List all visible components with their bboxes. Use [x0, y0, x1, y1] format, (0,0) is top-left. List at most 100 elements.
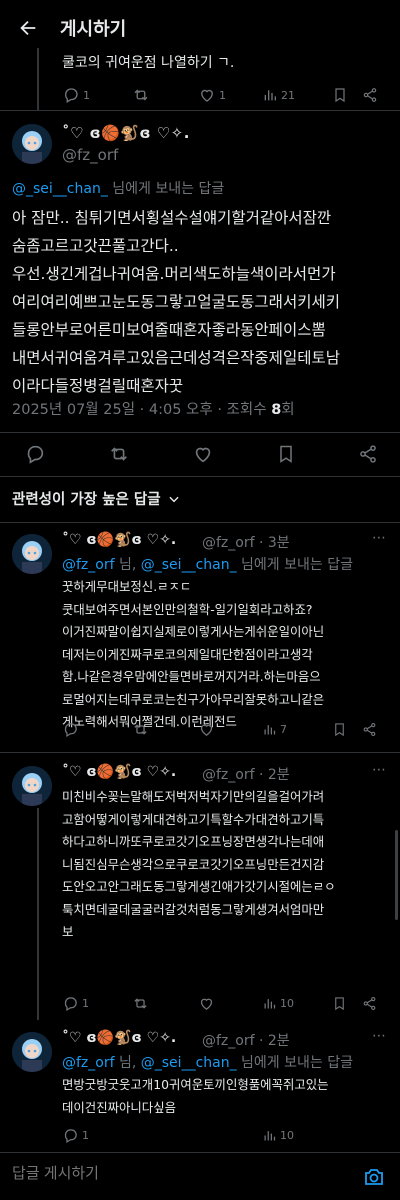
reply-icon	[27, 445, 44, 464]
display-name[interactable]: ˚♡ ɞ🏀🐒ɞ ♡✧.	[62, 124, 190, 142]
avatar[interactable]	[12, 124, 52, 164]
thread-line	[37, 48, 39, 110]
divider	[0, 752, 400, 753]
bookmark-button[interactable]	[276, 444, 296, 464]
reply-line: 보	[62, 924, 74, 939]
views-count: 7	[280, 722, 287, 736]
display-name[interactable]: ˚♡ ɞ🏀🐒ɞ ♡✧.	[62, 532, 176, 548]
reply-count: 1	[82, 1128, 89, 1142]
views-button[interactable]: 10	[262, 996, 294, 1011]
reply-icon	[64, 722, 77, 737]
retweet-button[interactable]	[132, 995, 149, 1012]
reply-line: 데이건진짜아니다싶음	[62, 1099, 176, 1115]
reply-button[interactable]	[24, 443, 46, 465]
scrollbar[interactable]	[395, 830, 398, 920]
tweet-line: 우선.생긴게겁나귀여움.머리색도하늘색이라서먼가	[12, 265, 336, 283]
divider	[0, 110, 400, 111]
views-count: 21	[281, 88, 295, 102]
camera-button[interactable]	[362, 1165, 386, 1193]
reply-to-user-link[interactable]: @fz_orf	[62, 557, 115, 573]
retweet-button[interactable]	[132, 86, 150, 104]
top-bar: 게시하기	[0, 0, 400, 56]
more-options-icon[interactable]: ⋯	[372, 1028, 386, 1044]
handle[interactable]: @fz_orf	[62, 146, 118, 164]
avatar[interactable]	[12, 766, 52, 806]
tweet-meta: 2025년 07월 25일 · 4:05 오후 · 조회수 8회	[12, 398, 295, 419]
reply-to-user-link[interactable]: @_sei__chan_	[141, 557, 237, 573]
handle[interactable]: @fz_orf · 2분	[202, 764, 290, 784]
views-button[interactable]: 10	[262, 1128, 294, 1143]
share-button[interactable]	[362, 87, 378, 103]
avatar[interactable]	[12, 1032, 52, 1072]
reply-to-user-link[interactable]: @fz_orf	[62, 1055, 115, 1071]
view-suffix: 회	[281, 402, 295, 418]
bookmark-icon	[335, 722, 344, 736]
reply-line: 미친비수꽂는말해도저벅저벅자기만의길을걸어가려	[62, 789, 325, 804]
views-icon	[264, 90, 276, 101]
reply-input[interactable]	[12, 1165, 211, 1182]
views-count: 10	[280, 1128, 294, 1142]
reply-button[interactable]: 1	[62, 86, 90, 104]
reply-actions: 7	[62, 718, 380, 740]
display-name[interactable]: ˚♡ ɞ🏀🐒ɞ ♡✧.	[62, 1030, 176, 1046]
bookmark-button[interactable]	[332, 722, 347, 737]
reply-to-user-link[interactable]: @_sei__chan_	[12, 181, 108, 197]
reply-line: 이거진짜말이쉽지실제로이렇게사는게쉬운일이아닌	[62, 624, 325, 639]
views-button[interactable]: 21	[262, 87, 295, 103]
prev-tweet-actions: 1 1 21	[62, 84, 380, 106]
tweet-line: 숨좀고르고갓끈풀고간다..	[12, 237, 179, 255]
reply-button[interactable]: 1	[62, 995, 89, 1012]
retweet-button[interactable]	[108, 443, 130, 465]
bookmark-button[interactable]	[332, 996, 347, 1011]
share-button[interactable]	[358, 444, 378, 464]
more-options-icon[interactable]: ⋯	[372, 530, 386, 546]
retweet-icon	[111, 447, 127, 461]
views-count: 10	[280, 996, 294, 1010]
share-icon	[363, 88, 377, 102]
like-button[interactable]	[198, 995, 215, 1012]
tweet-line: 이라다들정병걸릴때혼자꿋	[12, 377, 184, 395]
reply-body: 면방굿방굿웃고개10귀여운토끼인형품에꼭쥐고있는 데이건진짜아니다싶음	[62, 1074, 329, 1119]
reply-line: 하다고하니까또쿠로코갓기오프닝장면생각나는데애	[62, 834, 325, 849]
retweet-icon	[134, 723, 147, 735]
handle[interactable]: @fz_orf · 2분	[202, 1030, 290, 1050]
reply-icon	[64, 1128, 77, 1143]
reply-line: 면방굿방굿웃고개10귀여운토끼인형품에꼭쥐고있는	[62, 1077, 329, 1092]
handle[interactable]: @fz_orf · 3분	[202, 532, 290, 552]
tweet-line: 내면서귀여움겨루고있음근데성격은작중제일테토남	[12, 349, 340, 367]
like-button[interactable]	[192, 443, 214, 465]
share-icon	[363, 722, 376, 736]
reply-sort-dropdown[interactable]: 관련성이 가장 높은 답글	[12, 488, 181, 509]
bookmark-icon	[335, 88, 345, 103]
reply-button[interactable]: 1	[62, 1127, 89, 1144]
avatar[interactable]	[12, 534, 52, 574]
reply-to-user-link[interactable]: @_sei__chan_	[141, 1055, 237, 1071]
reply-line: 도안오고안그래도동그랗게생긴애가갓기시절에는ㄹㅇ	[62, 879, 336, 894]
share-button[interactable]	[362, 996, 377, 1011]
share-button[interactable]	[362, 722, 377, 737]
views-icon	[264, 998, 276, 1008]
like-button[interactable]	[198, 721, 215, 738]
reply-line: 니됨진심무슨생각으로쿠로코갓기오프닝만든건지감	[62, 856, 325, 872]
tweet-line: 들롱안부로어른미보여줄때혼자좋라동안페이스뽐	[12, 321, 326, 339]
page-title: 게시하기	[60, 19, 127, 40]
retweet-button[interactable]	[132, 721, 149, 738]
reply-count: 1	[83, 88, 90, 102]
tweet-line: 여리여리예쁘고눈도동그랗고얼굴도동그래서키세키	[12, 293, 340, 311]
reply-line: 쿳대보여주면서본인만의철학-일기일회라고하죠?	[62, 601, 313, 617]
back-button[interactable]	[0, 0, 56, 56]
bookmark-button[interactable]	[332, 87, 348, 103]
more-options-icon[interactable]: ⋯	[372, 762, 386, 778]
reply-to-suffix: 님에게 보내는 답글	[236, 557, 353, 573]
display-name[interactable]: ˚♡ ɞ🏀🐒ɞ ♡✧.	[62, 764, 176, 780]
prev-tweet-text: 쿨코의 귀여운점 나열하기 ㄱ.	[62, 55, 235, 71]
views-button[interactable]: 7	[262, 722, 287, 737]
reply-to-line: @fz_orf 님, @_sei__chan_ 님에게 보내는 답글	[62, 554, 353, 574]
heart-icon	[195, 447, 211, 463]
like-count: 1	[219, 88, 226, 102]
reply-line: 고함어떻게이렇게대견하고기특할수가대견하고기특	[62, 811, 325, 827]
like-button[interactable]: 1	[198, 86, 226, 104]
reply-button[interactable]	[62, 721, 79, 738]
reply-line: 툭치면데굴데굴굴러갈것처럼동그랗게생겨서엄마만	[62, 901, 325, 917]
tweet-line: 아 잠만.. 침튀기면서횡설수설얘기할거같아서잠깐	[12, 209, 332, 227]
